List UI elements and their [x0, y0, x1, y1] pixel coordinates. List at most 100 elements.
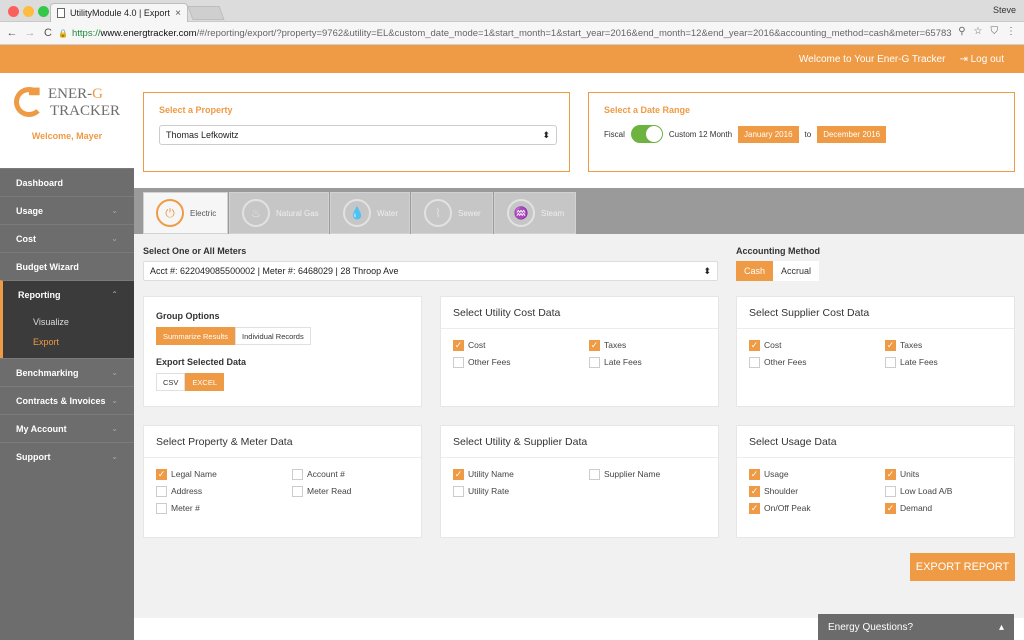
summarize-results-button[interactable]: Summarize Results	[156, 327, 236, 345]
logout-label: Log out	[970, 53, 1004, 65]
tab-close-icon[interactable]: ×	[175, 8, 181, 19]
csv-button[interactable]: CSV	[156, 373, 186, 391]
supplier-name-checkbox[interactable]: Supplier Name	[589, 468, 725, 480]
card-title: Select Utility & Supplier Data	[441, 426, 718, 458]
utility-late-fees-checkbox[interactable]: Late Fees	[589, 356, 725, 368]
meter-number-checkbox[interactable]: Meter #	[156, 502, 292, 514]
nav-dashboard[interactable]: Dashboard	[0, 168, 134, 196]
utility-cost-checkbox[interactable]: ✓ Cost	[453, 339, 589, 351]
property-select[interactable]: Thomas Lefkowitz ⬍	[159, 125, 557, 145]
drop-icon: 💧	[343, 199, 371, 227]
nav-my-account[interactable]: My Account ⌄	[0, 414, 134, 442]
checkbox-unchecked	[156, 485, 167, 497]
key-icon[interactable]: ⚲	[958, 26, 965, 37]
demand-checkbox[interactable]: ✓ Demand	[885, 502, 1021, 514]
checkbox-label: Cost	[468, 340, 486, 350]
card-title: Select Usage Data	[737, 426, 1014, 458]
address-bar-row: ← → C 🔒 https:// www.energtracker.com /#…	[0, 22, 1024, 45]
nav-benchmarking[interactable]: Benchmarking ⌄	[0, 358, 134, 386]
address-checkbox[interactable]: Address	[156, 485, 292, 497]
browser-menu-icon[interactable]: ⋮	[1006, 26, 1016, 37]
accounting-toggle: Cash Accrual	[736, 261, 820, 281]
supplier-other-fees-checkbox[interactable]: Other Fees	[749, 356, 885, 368]
tab-label: Electric	[190, 208, 217, 218]
date-title: Select a Date Range	[604, 105, 691, 115]
usage-checkbox[interactable]: ✓ Usage	[749, 468, 885, 480]
utility-other-fees-checkbox[interactable]: Other Fees	[453, 356, 589, 368]
checkbox-label: Utility Name	[468, 469, 514, 479]
units-checkbox[interactable]: ✓ Units	[885, 468, 1021, 480]
checkbox-label: Account #	[307, 469, 345, 479]
checkbox-label: Meter #	[171, 503, 200, 513]
tab-label: Sewer	[458, 208, 481, 218]
tab-electric[interactable]: ⏻ Electric	[143, 192, 228, 234]
export-report-button[interactable]: EXPORT REPORT	[910, 553, 1015, 581]
accounting-accrual-button[interactable]: Accrual	[773, 261, 820, 281]
page-icon	[57, 8, 65, 18]
individual-records-button[interactable]: Individual Records	[235, 327, 311, 345]
url-field[interactable]: 🔒 https:// www.energtracker.com /#/repor…	[58, 25, 964, 42]
nav-export[interactable]: Export	[33, 332, 134, 352]
checkbox-unchecked	[589, 468, 600, 480]
nav-cost[interactable]: Cost ⌄	[0, 224, 134, 252]
utility-taxes-checkbox[interactable]: ✓ Taxes	[589, 339, 725, 351]
supplier-late-fees-checkbox[interactable]: Late Fees	[885, 356, 1021, 368]
minimize-window-button[interactable]	[23, 6, 34, 17]
meter-read-checkbox[interactable]: Meter Read	[292, 485, 428, 497]
legal-name-checkbox[interactable]: ✓ Legal Name	[156, 468, 292, 480]
chevron-down-icon: ⌄	[111, 452, 118, 461]
meter-select[interactable]: Acct #: 622049085500002 | Meter #: 64680…	[143, 261, 718, 281]
tab-natural-gas[interactable]: ♨ Natural Gas	[229, 192, 329, 234]
checkbox-label: Demand	[900, 503, 933, 513]
back-icon[interactable]: ←	[6, 27, 18, 39]
supplier-cost-checkbox[interactable]: ✓ Cost	[749, 339, 885, 351]
utility-cost-card: Select Utility Cost Data ✓ Cost ✓ Taxes Ot…	[440, 296, 719, 407]
bookmark-star-icon[interactable]: ☆	[974, 26, 983, 37]
utility-name-checkbox[interactable]: ✓ Utility Name	[453, 468, 589, 480]
logout-link[interactable]: ⇥ Log out	[959, 54, 1004, 65]
nav-visualize[interactable]: Visualize	[33, 312, 134, 332]
supplier-taxes-checkbox[interactable]: ✓ Taxes	[885, 339, 1021, 351]
forward-icon[interactable]: →	[24, 27, 36, 39]
nav-usage[interactable]: Usage ⌄	[0, 196, 134, 224]
excel-button[interactable]: EXCEL	[185, 373, 225, 391]
checkbox-checked: ✓	[885, 468, 896, 480]
utility-rate-checkbox[interactable]: Utility Rate	[453, 485, 589, 497]
reporting-submenu: Visualize Export	[0, 308, 134, 358]
plug-icon: ⏻	[156, 199, 184, 227]
reload-icon[interactable]: C	[42, 27, 54, 39]
checkbox-unchecked	[749, 356, 760, 368]
checkbox-label: Meter Read	[307, 486, 352, 496]
account-number-checkbox[interactable]: Account #	[292, 468, 428, 480]
on-off-peak-checkbox[interactable]: ✓ On/Off Peak	[749, 502, 885, 514]
browser-user[interactable]: Steve	[993, 5, 1016, 15]
shoulder-checkbox[interactable]: ✓ Shoulder	[749, 485, 885, 497]
browser-tab[interactable]: UtilityModule 4.0 | Export ×	[50, 3, 188, 22]
browser-actions: ⚲ ☆ ⛉ ⋮	[958, 26, 1016, 37]
low-load-checkbox[interactable]: Low Load A/B	[885, 485, 1021, 497]
tab-steam[interactable]: ♒ Steam	[494, 192, 576, 234]
maximize-window-button[interactable]	[38, 6, 49, 17]
checkbox-checked: ✓	[749, 502, 760, 514]
energy-questions-widget[interactable]: Energy Questions? ▴	[818, 614, 1014, 640]
close-window-button[interactable]	[8, 6, 19, 17]
extension-icon[interactable]: ⛉	[991, 26, 999, 37]
logo-ener: ENER-	[48, 86, 93, 102]
end-month-button[interactable]: December 2016	[817, 125, 887, 143]
logo-g: G	[92, 86, 104, 102]
tab-water[interactable]: 💧 Water	[330, 192, 410, 234]
nav-support[interactable]: Support ⌄	[0, 442, 134, 470]
nav-reporting[interactable]: Reporting ⌃	[0, 280, 134, 308]
new-tab-button[interactable]	[187, 6, 225, 20]
nav-budget-wizard[interactable]: Budget Wizard	[0, 252, 134, 280]
utility-tabs: ⏻ Electric ♨ Natural Gas 💧 Water ⌇ Sewer ♒ St…	[134, 188, 1024, 234]
tab-sewer[interactable]: ⌇ Sewer	[411, 192, 493, 234]
start-month-button[interactable]: January 2016	[738, 125, 799, 143]
date-controls: Fiscal Custom 12 Month January 2016 to D…	[604, 125, 999, 143]
user-welcome: Welcome, Mayer	[31, 131, 103, 141]
checkbox-label: Address	[171, 486, 203, 496]
nav-contracts-invoices[interactable]: Contracts & Invoices ⌄	[0, 386, 134, 414]
accounting-cash-button[interactable]: Cash	[736, 261, 774, 281]
date-mode-toggle[interactable]	[630, 125, 663, 143]
checkbox-label: On/Off Peak	[764, 503, 811, 513]
